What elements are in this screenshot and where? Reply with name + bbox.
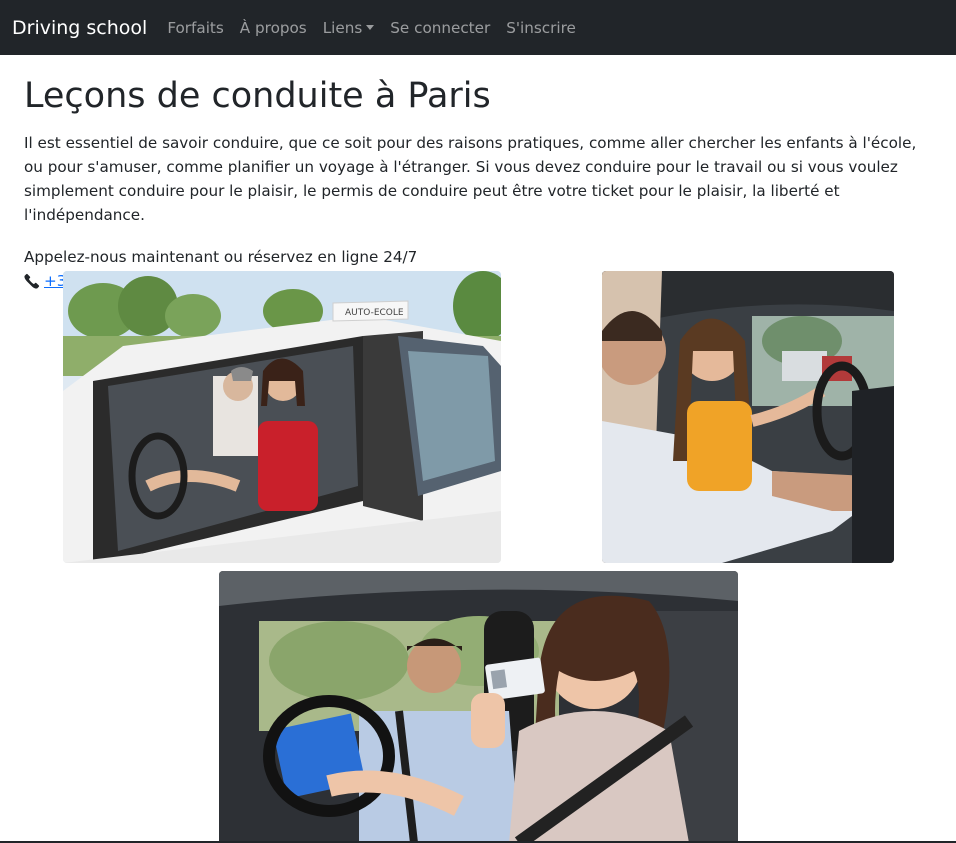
phone-icon bbox=[24, 273, 40, 289]
intro-paragraph: Il est essentiel de savoir conduire, que… bbox=[24, 134, 917, 224]
brand-link[interactable]: Driving school bbox=[12, 17, 147, 39]
nav-item-a-propos[interactable]: À propos bbox=[232, 19, 315, 37]
caret-down-icon bbox=[366, 25, 375, 30]
photo-woman-lesson bbox=[602, 271, 894, 563]
nav-item-liens-label: Liens bbox=[322, 18, 363, 37]
nav-item-liens-dropdown[interactable]: Liens bbox=[315, 19, 383, 37]
call-text: Appelez-nous maintenant ou réservez en l… bbox=[24, 248, 418, 266]
navbar: Driving school Forfaits À propos Liens S… bbox=[0, 0, 956, 55]
main-content: Leçons de conduite à Paris Il est essent… bbox=[0, 75, 956, 293]
page-title: Leçons de conduite à Paris bbox=[24, 76, 491, 116]
nav-item-s-inscrire[interactable]: S'inscrire bbox=[498, 19, 584, 37]
nav-item-forfaits[interactable]: Forfaits bbox=[159, 19, 231, 37]
nav-item-se-connecter[interactable]: Se connecter bbox=[382, 19, 498, 37]
photo-teen-driver: AUTO-ECOLE bbox=[63, 271, 501, 563]
auto-ecole-sign: AUTO-ECOLE bbox=[345, 308, 404, 318]
photo-woman-licence bbox=[219, 571, 738, 843]
